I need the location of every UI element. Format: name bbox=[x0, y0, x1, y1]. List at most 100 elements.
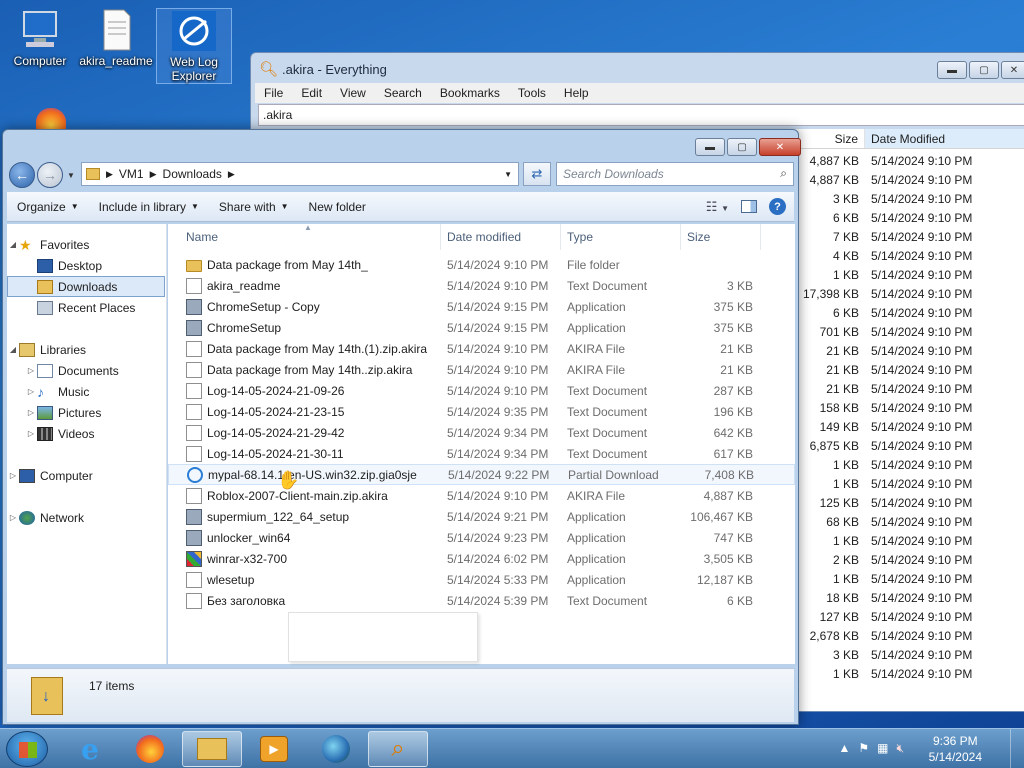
taskbar-globe-app[interactable] bbox=[306, 731, 366, 767]
nav-music[interactable]: ▷ ♪ Music bbox=[25, 381, 89, 402]
show-hidden-icons-icon[interactable]: ▲ bbox=[838, 741, 850, 756]
everything-result-row[interactable]: 1 KB 5/14/2024 9:10 PM bbox=[801, 531, 1024, 550]
collapse-icon[interactable]: ◢ bbox=[7, 240, 19, 249]
expand-icon[interactable]: ▷ bbox=[25, 366, 37, 375]
everything-result-row[interactable]: 6 KB 5/14/2024 9:10 PM bbox=[801, 303, 1024, 322]
menu-search[interactable]: Search bbox=[375, 86, 431, 100]
file-row[interactable]: Log-14-05-2024-21-23-15 5/14/2024 9:35 PM… bbox=[168, 401, 795, 422]
breadcrumb-vm1[interactable]: VM1 bbox=[113, 167, 150, 181]
menu-bookmarks[interactable]: Bookmarks bbox=[431, 86, 509, 100]
file-row[interactable]: akira_readme 5/14/2024 9:10 PM Text Docume… bbox=[168, 275, 795, 296]
file-row[interactable]: Log-14-05-2024-21-29-42 5/14/2024 9:34 PM… bbox=[168, 422, 795, 443]
menu-view[interactable]: View bbox=[331, 86, 375, 100]
menu-edit[interactable]: Edit bbox=[292, 86, 331, 100]
file-row[interactable]: Data package from May 14th.(1).zip.akira… bbox=[168, 338, 795, 359]
column-size[interactable]: Size bbox=[681, 223, 761, 250]
forward-button[interactable]: → bbox=[37, 162, 63, 188]
desktop-icon-akira-readme[interactable]: akira_readme bbox=[78, 8, 154, 68]
everything-result-row[interactable]: 125 KB 5/14/2024 9:10 PM bbox=[801, 493, 1024, 512]
file-row[interactable]: Data package from May 14th..zip.akira 5/1… bbox=[168, 359, 795, 380]
everything-result-row[interactable]: 17,398 KB 5/14/2024 9:10 PM bbox=[801, 284, 1024, 303]
everything-result-row[interactable]: 21 KB 5/14/2024 9:10 PM bbox=[801, 360, 1024, 379]
everything-result-row[interactable]: 4 KB 5/14/2024 9:10 PM bbox=[801, 246, 1024, 265]
column-size[interactable]: Size bbox=[801, 129, 865, 148]
action-center-flag-icon[interactable]: ⚑ bbox=[858, 741, 869, 756]
file-row[interactable]: Data package from May 14th_ 5/14/2024 9:1… bbox=[168, 254, 795, 275]
everything-result-row[interactable]: 6 KB 5/14/2024 9:10 PM bbox=[801, 208, 1024, 227]
everything-result-row[interactable]: 68 KB 5/14/2024 9:10 PM bbox=[801, 512, 1024, 531]
everything-result-row[interactable]: 2,678 KB 5/14/2024 9:10 PM bbox=[801, 626, 1024, 645]
nav-videos[interactable]: ▷ Videos bbox=[25, 423, 94, 444]
file-row[interactable]: Log-14-05-2024-21-30-11 5/14/2024 9:34 PM… bbox=[168, 443, 795, 464]
nav-recent-places[interactable]: Recent Places bbox=[37, 297, 135, 318]
everything-result-row[interactable]: 18 KB 5/14/2024 9:10 PM bbox=[801, 588, 1024, 607]
everything-result-row[interactable]: 1 KB 5/14/2024 9:10 PM bbox=[801, 455, 1024, 474]
file-row[interactable]: supermium_122_64_setup 5/14/2024 9:21 PM A… bbox=[168, 506, 795, 527]
file-row[interactable]: ChromeSetup 5/14/2024 9:15 PM Application 3… bbox=[168, 317, 795, 338]
file-row[interactable]: winrar-x32-700 5/14/2024 6:02 PM Applicati… bbox=[168, 548, 795, 569]
nav-computer[interactable]: ▷ Computer bbox=[7, 465, 93, 486]
expand-icon[interactable]: ▷ bbox=[7, 471, 19, 480]
share-with-button[interactable]: Share with ▼ bbox=[209, 200, 299, 214]
expand-icon[interactable]: ▷ bbox=[25, 408, 37, 417]
column-date-modified[interactable]: Date Modified bbox=[865, 129, 1024, 148]
breadcrumb-downloads[interactable]: Downloads bbox=[157, 167, 228, 181]
file-row[interactable]: Без заголовка 5/14/2024 5:39 PM Text Docum… bbox=[168, 590, 795, 611]
everything-search-input[interactable]: .akira bbox=[258, 104, 1024, 126]
new-folder-button[interactable]: New folder bbox=[299, 200, 376, 214]
nav-documents[interactable]: ▷ Documents bbox=[25, 360, 119, 381]
desktop-icon-computer[interactable]: Computer bbox=[2, 8, 78, 68]
address-dropdown-icon[interactable]: ▼ bbox=[504, 170, 512, 179]
address-bar[interactable]: ▶ VM1 ▶ Downloads ▶ ▼ bbox=[81, 162, 519, 186]
everything-result-row[interactable]: 1 KB 5/14/2024 9:10 PM bbox=[801, 569, 1024, 588]
expand-icon[interactable]: ▷ bbox=[25, 387, 37, 396]
everything-result-row[interactable]: 4,887 KB 5/14/2024 9:10 PM bbox=[801, 170, 1024, 189]
everything-result-row[interactable]: 1 KB 5/14/2024 9:10 PM bbox=[801, 474, 1024, 493]
network-icon[interactable]: ▦ bbox=[877, 741, 888, 756]
file-row[interactable]: wlesetup 5/14/2024 5:33 PM Application 12,1… bbox=[168, 569, 795, 590]
nav-favorites[interactable]: ◢ ★ Favorites bbox=[7, 234, 89, 255]
maximize-button[interactable]: ▢ bbox=[969, 61, 999, 79]
everything-result-row[interactable]: 21 KB 5/14/2024 9:10 PM bbox=[801, 341, 1024, 360]
everything-result-row[interactable]: 701 KB 5/14/2024 9:10 PM bbox=[801, 322, 1024, 341]
breadcrumb-chevron-icon[interactable]: ▶ bbox=[150, 169, 157, 180]
everything-result-row[interactable]: 1 KB 5/14/2024 9:10 PM bbox=[801, 664, 1024, 683]
expand-icon[interactable]: ▷ bbox=[7, 513, 19, 522]
start-button[interactable] bbox=[6, 731, 48, 767]
everything-result-row[interactable]: 158 KB 5/14/2024 9:10 PM bbox=[801, 398, 1024, 417]
taskbar-everything[interactable]: ⌕ bbox=[368, 731, 428, 767]
everything-result-row[interactable]: 3 KB 5/14/2024 9:10 PM bbox=[801, 645, 1024, 664]
search-icon[interactable]: ⌕ bbox=[780, 166, 787, 181]
everything-result-row[interactable]: 6,875 KB 5/14/2024 9:10 PM bbox=[801, 436, 1024, 455]
minimize-button[interactable]: ▬ bbox=[695, 138, 725, 156]
show-desktop-button[interactable] bbox=[1010, 729, 1024, 768]
everything-result-row[interactable]: 1 KB 5/14/2024 9:10 PM bbox=[801, 265, 1024, 284]
menu-file[interactable]: File bbox=[255, 86, 292, 100]
nav-libraries[interactable]: ◢ Libraries bbox=[7, 339, 86, 360]
everything-result-row[interactable]: 149 KB 5/14/2024 9:10 PM bbox=[801, 417, 1024, 436]
close-button[interactable]: ✕ bbox=[1001, 61, 1024, 79]
taskbar-internet-explorer[interactable]: e bbox=[60, 731, 120, 767]
refresh-button[interactable]: ⇄ bbox=[523, 162, 551, 186]
taskbar-windows-explorer[interactable] bbox=[182, 731, 242, 767]
nav-desktop[interactable]: Desktop bbox=[37, 255, 102, 276]
back-button[interactable]: ← bbox=[9, 162, 35, 188]
nav-downloads[interactable]: Downloads bbox=[7, 276, 165, 297]
taskbar-media-player[interactable]: ▶ bbox=[244, 731, 304, 767]
breadcrumb-chevron-icon[interactable]: ▶ bbox=[228, 169, 235, 180]
maximize-button[interactable]: ▢ bbox=[727, 138, 757, 156]
collapse-icon[interactable]: ◢ bbox=[7, 345, 19, 354]
nav-network[interactable]: ▷ Network bbox=[7, 507, 84, 528]
file-row[interactable]: ChromeSetup - Copy 5/14/2024 9:15 PM Appli… bbox=[168, 296, 795, 317]
minimize-button[interactable]: ▬ bbox=[937, 61, 967, 79]
file-row[interactable]: unlocker_win64 5/14/2024 9:23 PM Applicati… bbox=[168, 527, 795, 548]
everything-result-row[interactable]: 7 KB 5/14/2024 9:10 PM bbox=[801, 227, 1024, 246]
taskbar-firefox[interactable] bbox=[120, 731, 180, 767]
include-in-library-button[interactable]: Include in library ▼ bbox=[89, 200, 209, 214]
expand-icon[interactable]: ▷ bbox=[25, 429, 37, 438]
menu-tools[interactable]: Tools bbox=[509, 86, 555, 100]
desktop-icon-web-log-explorer[interactable]: Web Log Explorer bbox=[156, 8, 232, 84]
volume-muted-icon[interactable]: 🔇︎ bbox=[896, 741, 904, 756]
everything-result-row[interactable]: 21 KB 5/14/2024 9:10 PM bbox=[801, 379, 1024, 398]
firefox-desktop-icon-partial[interactable] bbox=[36, 108, 66, 130]
